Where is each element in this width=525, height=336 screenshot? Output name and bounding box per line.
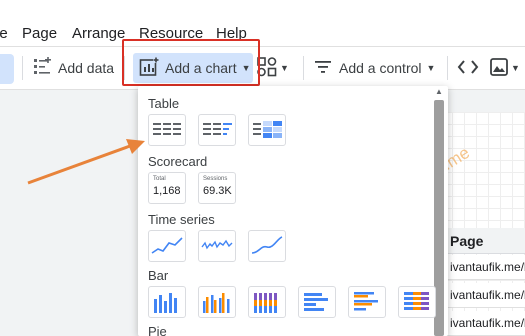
scorecard-value: 69.3K (203, 185, 232, 197)
table-row: ivantaufik.me/b (440, 311, 525, 336)
chart-option-time-series[interactable] (148, 230, 186, 262)
chart-option-bar[interactable] (298, 286, 336, 318)
image-icon (489, 57, 509, 80)
add-control-label: Add a control (339, 60, 422, 76)
add-control-button[interactable]: Add a control ▼ (313, 53, 435, 83)
table-column-header: Page (440, 228, 525, 254)
chart-option-table-with-bars[interactable] (198, 114, 236, 146)
chart-option-grouped-column[interactable] (198, 286, 236, 318)
section-title-table: Table (148, 96, 180, 111)
scroll-up-icon[interactable]: ▲ (434, 86, 444, 98)
toolbar-divider (303, 56, 304, 80)
table-row: ivantaufik.me/b (440, 283, 525, 308)
section-title-time-series: Time series (148, 212, 215, 227)
menu-page[interactable]: Page (22, 25, 57, 42)
add-chart-dropdown: ▲ Table Scorecard Total 1,168 Sessions 6… (138, 86, 448, 336)
section-title-bar: Bar (148, 268, 169, 283)
menu-file[interactable]: le (0, 25, 8, 42)
scorecard-label: Sessions (203, 176, 228, 182)
chart-option-table[interactable] (148, 114, 186, 146)
scorecard-value: 1,168 (153, 185, 181, 197)
caret-down-icon: ▼ (511, 63, 520, 73)
code-icon (457, 57, 479, 80)
chart-option-scorecard-compact[interactable]: Sessions 69.3K (198, 172, 236, 204)
add-data-icon (32, 56, 52, 80)
chart-option-scorecard[interactable]: Total 1,168 (148, 172, 186, 204)
add-data-button[interactable]: Add data (32, 53, 114, 83)
toolbar: Add data Add a chart ▼ ▼ Add a control ▼… (0, 46, 525, 90)
chart-option-smoothed-time-series[interactable] (248, 230, 286, 262)
chart-option-stacked-column[interactable] (248, 286, 286, 318)
toolbar-divider (22, 56, 23, 80)
menubar: le Page Arrange Resource Help (0, 20, 525, 46)
community-visualizations-button[interactable]: ▼ (256, 53, 289, 83)
scorecard-label: Total (153, 176, 166, 182)
chart-option-table-heatmap[interactable] (248, 114, 286, 146)
left-tool-button[interactable] (0, 54, 14, 84)
section-title-pie: Pie (148, 324, 167, 336)
chart-option-column[interactable] (148, 286, 186, 318)
add-image-button[interactable]: ▼ (489, 53, 520, 83)
chart-option-sparkline[interactable] (198, 230, 236, 262)
chart-option-stacked-bar[interactable] (398, 286, 436, 318)
caret-down-icon: ▼ (280, 63, 289, 73)
filter-icon (313, 57, 333, 80)
table-row: ivantaufik.me/b (440, 255, 525, 280)
menu-arrange[interactable]: Arrange (72, 25, 125, 42)
chart-option-grouped-bar[interactable] (348, 286, 386, 318)
toolbar-divider (447, 56, 448, 80)
embed-code-button[interactable] (457, 53, 479, 83)
add-chart-highlight-box (122, 39, 260, 86)
add-data-label: Add data (58, 60, 115, 76)
caret-down-icon: ▼ (426, 63, 436, 73)
section-title-scorecard: Scorecard (148, 154, 208, 169)
